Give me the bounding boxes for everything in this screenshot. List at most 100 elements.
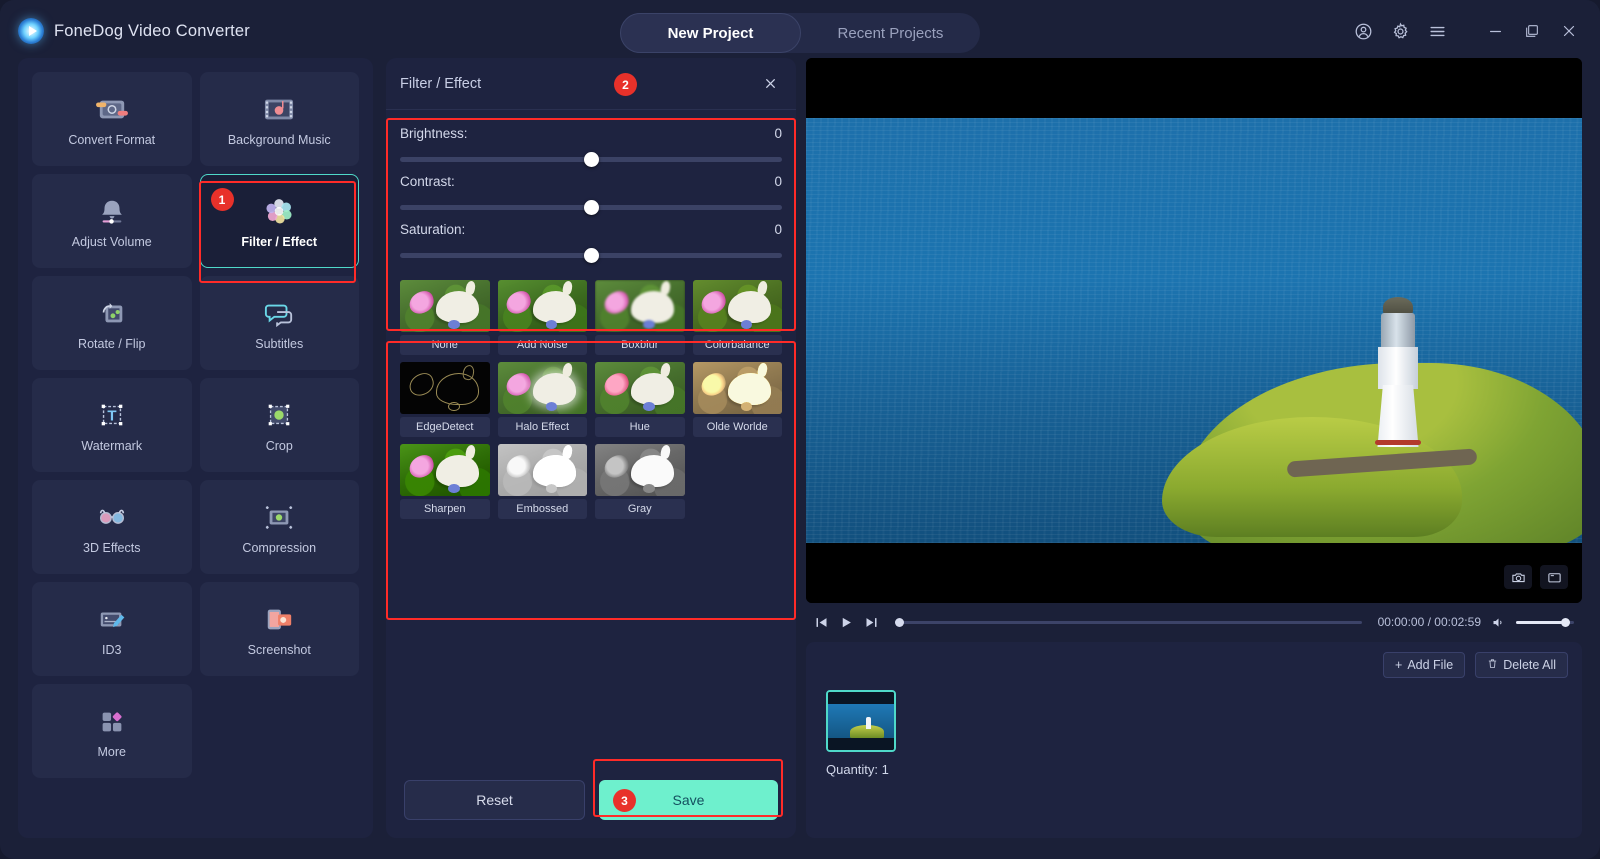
list-item[interactable]	[826, 690, 896, 752]
project-tabs: New Project Recent Projects	[620, 13, 980, 53]
id3-icon	[92, 602, 132, 636]
camera-icon[interactable]	[1504, 565, 1532, 589]
quantity-label: Quantity: 1	[826, 762, 1562, 777]
fullscreen-icon[interactable]	[1540, 565, 1568, 589]
sidebar-item-id3[interactable]: ID3	[32, 582, 192, 676]
delete-all-label: Delete All	[1503, 658, 1556, 672]
filter-item-none[interactable]: None	[400, 280, 490, 355]
play-icon[interactable]	[839, 615, 854, 630]
volume-handle[interactable]	[1561, 618, 1570, 627]
delete-all-button[interactable]: Delete All	[1475, 652, 1568, 678]
sidebar-item-adjust-volume[interactable]: Adjust Volume	[32, 174, 192, 268]
sidebar-item-label: Filter / Effect	[241, 235, 317, 249]
volume-icon[interactable]	[1491, 615, 1506, 630]
sidebar-item-label: Watermark	[81, 439, 142, 453]
sidebar-item-subtitles[interactable]: Subtitles	[200, 276, 360, 370]
filter-thumbnail	[595, 444, 685, 496]
convert-format-icon	[92, 92, 132, 126]
filter-item-edgedetect[interactable]: EdgeDetect	[400, 362, 490, 437]
sidebar-item-label: Background Music	[228, 133, 331, 147]
volume-fill	[1516, 621, 1562, 624]
save-button-label: Save	[673, 792, 705, 808]
filter-label: Gray	[595, 499, 685, 519]
account-icon[interactable]	[1348, 16, 1378, 46]
transport-bar: 00:00:00 / 00:02:59	[806, 607, 1582, 637]
brightness-knob[interactable]	[584, 152, 599, 167]
time-display: 00:00:00 / 00:02:59	[1378, 615, 1481, 629]
slider-value: 0	[774, 126, 782, 141]
sidebar-item-background-music[interactable]: Background Music	[200, 72, 360, 166]
filter-label: Hue	[595, 417, 685, 437]
sidebar-item-rotate-flip[interactable]: Rotate / Flip	[32, 276, 192, 370]
screenshot-icon	[259, 602, 299, 636]
sidebar-item-label: 3D Effects	[83, 541, 140, 555]
sidebar-item-screenshot[interactable]: Screenshot	[200, 582, 360, 676]
sidebar-item-crop[interactable]: Crop	[200, 378, 360, 472]
sidebar-item-more[interactable]: More	[32, 684, 192, 778]
step-badge-3: 3	[613, 789, 636, 812]
background-music-icon	[259, 92, 299, 126]
reset-button[interactable]: Reset	[404, 780, 585, 820]
filter-item-boxblur[interactable]: Boxblur	[595, 280, 685, 355]
filter-label: Embossed	[498, 499, 588, 519]
filter-thumbnail	[400, 280, 490, 332]
filter-grid: None Add Noise Boxblur Colorbalance	[400, 280, 782, 519]
step-badge-1: 1	[211, 188, 234, 211]
seek-bar[interactable]	[895, 621, 1362, 624]
filter-item-add-noise[interactable]: Add Noise	[498, 280, 588, 355]
sidebar-item-filter-effect[interactable]: 1 Filter / Effect	[200, 174, 360, 268]
save-button[interactable]: 3 Save	[599, 780, 778, 820]
filter-item-halo-effect[interactable]: Halo Effect	[498, 362, 588, 437]
skip-next-icon[interactable]	[864, 615, 879, 630]
add-file-button[interactable]: + Add File	[1383, 652, 1465, 678]
volume-slider[interactable]	[1516, 621, 1574, 624]
menu-icon[interactable]	[1422, 16, 1452, 46]
panel-header: Filter / Effect 2	[386, 58, 796, 110]
crop-icon	[259, 398, 299, 432]
video-preview	[806, 58, 1582, 603]
saturation-track[interactable]	[400, 253, 782, 258]
file-list-actions: + Add File Delete All	[806, 642, 1582, 678]
skip-previous-icon[interactable]	[814, 615, 829, 630]
close-icon[interactable]	[1554, 16, 1584, 46]
panel-actions: Reset 3 Save	[386, 780, 796, 820]
subtitles-icon	[259, 296, 299, 330]
seek-handle[interactable]	[895, 618, 904, 627]
sidebar-item-label: Screenshot	[248, 643, 311, 657]
filter-thumbnail	[498, 362, 588, 414]
sidebar-item-convert-format[interactable]: Convert Format	[32, 72, 192, 166]
filter-item-sharpen[interactable]: Sharpen	[400, 444, 490, 519]
filter-label: Boxblur	[595, 335, 685, 355]
sidebar-item-compression[interactable]: Compression	[200, 480, 360, 574]
panel-title: Filter / Effect	[400, 76, 481, 92]
filter-item-gray[interactable]: Gray	[595, 444, 685, 519]
contrast-knob[interactable]	[584, 200, 599, 215]
file-list-panel: + Add File Delete All Quantity: 1	[806, 642, 1582, 838]
tab-recent-projects[interactable]: Recent Projects	[801, 13, 980, 53]
close-icon[interactable]	[758, 71, 782, 95]
maximize-icon[interactable]	[1517, 16, 1547, 46]
gear-icon[interactable]	[1385, 16, 1415, 46]
brightness-track[interactable]	[400, 157, 782, 162]
minimize-icon[interactable]	[1480, 16, 1510, 46]
contrast-track[interactable]	[400, 205, 782, 210]
sidebar-item-3d-effects[interactable]: 3D Effects	[32, 480, 192, 574]
filter-label: Sharpen	[400, 499, 490, 519]
rotate-flip-icon	[92, 296, 132, 330]
tool-sidebar: Convert Format	[18, 58, 373, 838]
sidebar-item-watermark[interactable]: T Watermark	[32, 378, 192, 472]
tab-new-project[interactable]: New Project	[620, 13, 801, 53]
filter-thumbnail	[498, 280, 588, 332]
saturation-knob[interactable]	[584, 248, 599, 263]
filter-item-embossed[interactable]: Embossed	[498, 444, 588, 519]
filter-item-hue[interactable]: Hue	[595, 362, 685, 437]
add-file-label: Add File	[1407, 658, 1453, 672]
filter-label: EdgeDetect	[400, 417, 490, 437]
file-thumbnail[interactable]	[826, 690, 896, 752]
sidebar-item-label: Rotate / Flip	[78, 337, 145, 351]
filter-item-colorbalance[interactable]: Colorbalance	[693, 280, 783, 355]
slider-brightness: Brightness: 0	[400, 118, 782, 166]
filter-item-olde-worlde[interactable]: Olde Worlde	[693, 362, 783, 437]
title-bar: FoneDog Video Converter New Project Rece…	[0, 0, 1600, 62]
watermark-icon: T	[92, 398, 132, 432]
